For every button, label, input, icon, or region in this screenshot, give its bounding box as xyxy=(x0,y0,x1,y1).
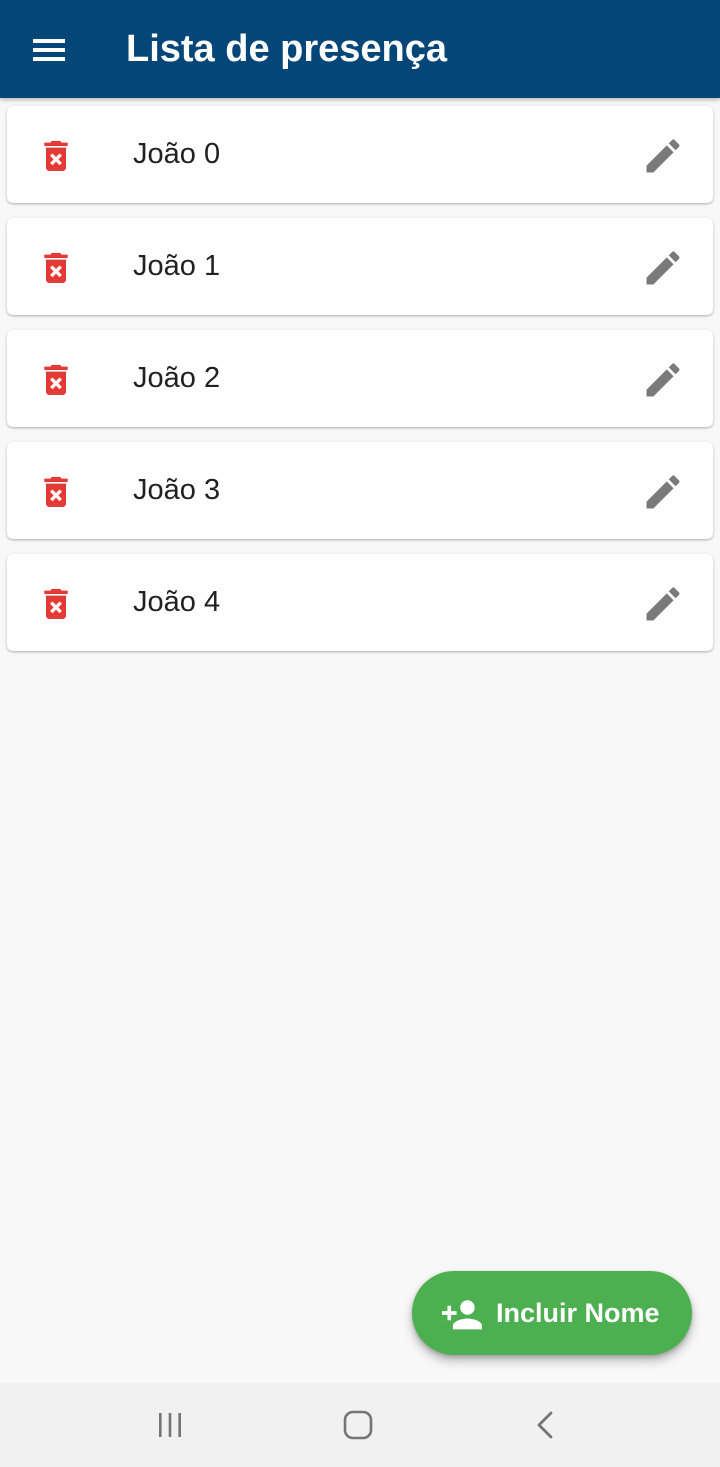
list-item-name: João 4 xyxy=(133,586,221,618)
delete-forever-icon[interactable] xyxy=(36,472,76,512)
pencil-icon[interactable] xyxy=(641,470,685,514)
attendance-list: João 0 João 1 João 2 João 3 João 4 xyxy=(7,106,713,666)
person-add-icon xyxy=(442,1300,482,1330)
pencil-icon[interactable] xyxy=(641,246,685,290)
home-icon[interactable] xyxy=(336,1403,380,1447)
list-item-name: João 3 xyxy=(133,474,221,506)
delete-forever-icon[interactable] xyxy=(36,360,76,400)
list-item: João 2 xyxy=(7,330,713,427)
page-title: Lista de presença xyxy=(126,28,448,70)
list-item: João 4 xyxy=(7,554,713,651)
app-bar: Lista de presença xyxy=(0,0,720,98)
list-item: João 3 xyxy=(7,442,713,539)
list-item-name: João 1 xyxy=(133,250,221,282)
pencil-icon[interactable] xyxy=(641,358,685,402)
system-navigation-bar xyxy=(0,1383,720,1467)
list-item: João 0 xyxy=(7,106,713,203)
back-icon[interactable] xyxy=(524,1403,568,1447)
delete-forever-icon[interactable] xyxy=(36,136,76,176)
delete-forever-icon[interactable] xyxy=(36,584,76,624)
add-name-button-label: Incluir Nome xyxy=(496,1298,660,1328)
pencil-icon[interactable] xyxy=(641,582,685,626)
delete-forever-icon[interactable] xyxy=(36,248,76,288)
list-item-name: João 0 xyxy=(133,138,221,170)
list-item-name: João 2 xyxy=(133,362,221,394)
hamburger-menu-icon[interactable] xyxy=(30,34,68,66)
recent-apps-icon[interactable] xyxy=(148,1403,192,1447)
list-item: João 1 xyxy=(7,218,713,315)
add-name-button[interactable]: Incluir Nome xyxy=(412,1271,692,1355)
pencil-icon[interactable] xyxy=(641,134,685,178)
